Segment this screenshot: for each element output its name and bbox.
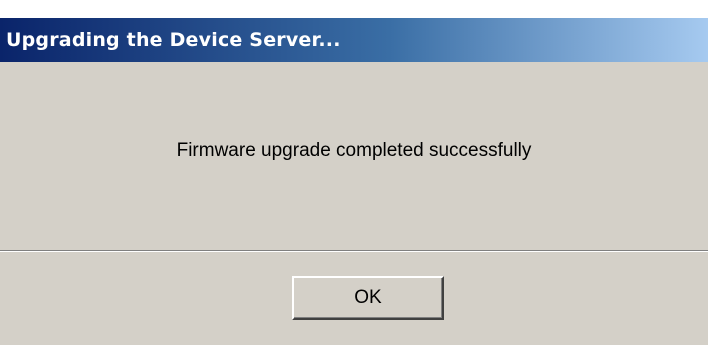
title-bar[interactable]: Upgrading the Device Server... [0,18,708,62]
button-separator [0,250,708,252]
status-message: Firmware upgrade completed successfully [176,140,532,161]
upgrade-dialog: Upgrading the Device Server... Firmware … [0,0,710,345]
window-title: Upgrading the Device Server... [6,29,341,51]
ok-button-label: OK [354,287,382,308]
ok-button[interactable]: OK [292,276,444,320]
top-strip [0,0,708,18]
